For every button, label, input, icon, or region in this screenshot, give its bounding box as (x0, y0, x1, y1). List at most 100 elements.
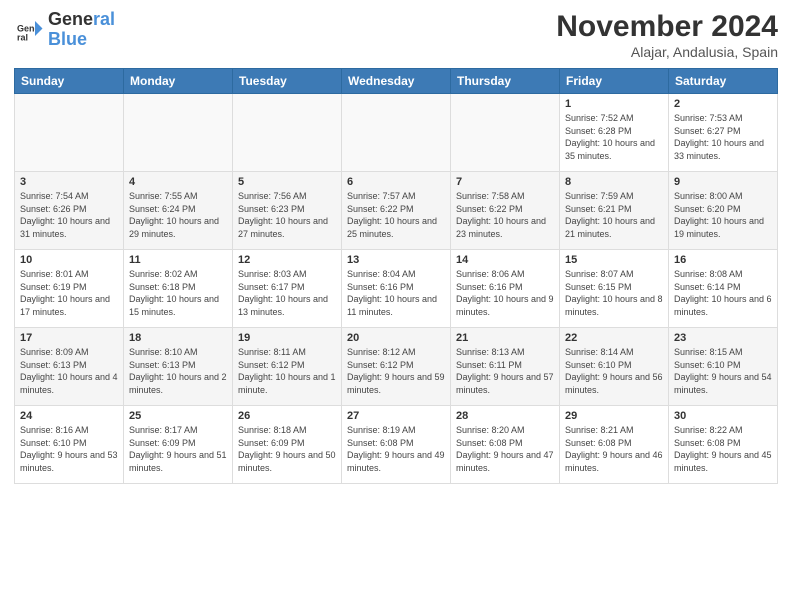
day-info: Sunrise: 8:14 AMSunset: 6:10 PMDaylight:… (565, 346, 663, 396)
day-number: 9 (674, 176, 772, 188)
calendar-cell (451, 94, 560, 172)
calendar-cell: 5 Sunrise: 7:56 AMSunset: 6:23 PMDaylight… (233, 172, 342, 250)
day-number: 19 (238, 332, 336, 344)
day-info: Sunrise: 8:07 AMSunset: 6:15 PMDaylight:… (565, 268, 663, 318)
day-info: Sunrise: 7:59 AMSunset: 6:21 PMDaylight:… (565, 190, 663, 240)
day-info: Sunrise: 8:09 AMSunset: 6:13 PMDaylight:… (20, 346, 118, 396)
logo: Gene ral General Blue (14, 10, 115, 50)
day-info: Sunrise: 7:56 AMSunset: 6:23 PMDaylight:… (238, 190, 336, 240)
calendar: SundayMondayTuesdayWednesdayThursdayFrid… (14, 68, 778, 484)
day-info: Sunrise: 7:57 AMSunset: 6:22 PMDaylight:… (347, 190, 445, 240)
day-number: 3 (20, 176, 118, 188)
calendar-cell: 14 Sunrise: 8:06 AMSunset: 6:16 PMDayligh… (451, 250, 560, 328)
day-number: 5 (238, 176, 336, 188)
day-number: 1 (565, 98, 663, 110)
calendar-cell: 30 Sunrise: 8:22 AMSunset: 6:08 PMDayligh… (669, 406, 778, 484)
weekday-header-thursday: Thursday (451, 69, 560, 94)
day-info: Sunrise: 8:22 AMSunset: 6:08 PMDaylight:… (674, 424, 772, 474)
day-info: Sunrise: 8:11 AMSunset: 6:12 PMDaylight:… (238, 346, 336, 396)
day-info: Sunrise: 8:00 AMSunset: 6:20 PMDaylight:… (674, 190, 772, 240)
logo-icon: Gene ral (14, 15, 44, 45)
day-info: Sunrise: 8:15 AMSunset: 6:10 PMDaylight:… (674, 346, 772, 396)
calendar-cell: 18 Sunrise: 8:10 AMSunset: 6:13 PMDayligh… (124, 328, 233, 406)
calendar-cell: 25 Sunrise: 8:17 AMSunset: 6:09 PMDayligh… (124, 406, 233, 484)
weekday-header-wednesday: Wednesday (342, 69, 451, 94)
calendar-cell: 12 Sunrise: 8:03 AMSunset: 6:17 PMDayligh… (233, 250, 342, 328)
day-info: Sunrise: 8:21 AMSunset: 6:08 PMDaylight:… (565, 424, 663, 474)
day-info: Sunrise: 8:04 AMSunset: 6:16 PMDaylight:… (347, 268, 445, 318)
day-info: Sunrise: 7:52 AMSunset: 6:28 PMDaylight:… (565, 112, 663, 162)
calendar-cell (15, 94, 124, 172)
day-info: Sunrise: 8:03 AMSunset: 6:17 PMDaylight:… (238, 268, 336, 318)
location: Alajar, Andalusia, Spain (556, 44, 778, 60)
title-block: November 2024 Alajar, Andalusia, Spain (556, 10, 778, 60)
day-number: 24 (20, 410, 118, 422)
day-number: 14 (456, 254, 554, 266)
day-number: 13 (347, 254, 445, 266)
day-info: Sunrise: 8:17 AMSunset: 6:09 PMDaylight:… (129, 424, 227, 474)
weekday-header-saturday: Saturday (669, 69, 778, 94)
calendar-cell: 28 Sunrise: 8:20 AMSunset: 6:08 PMDayligh… (451, 406, 560, 484)
month-title: November 2024 (556, 10, 778, 44)
day-number: 4 (129, 176, 227, 188)
day-info: Sunrise: 8:01 AMSunset: 6:19 PMDaylight:… (20, 268, 118, 318)
day-info: Sunrise: 8:02 AMSunset: 6:18 PMDaylight:… (129, 268, 227, 318)
day-number: 8 (565, 176, 663, 188)
day-number: 21 (456, 332, 554, 344)
calendar-cell: 15 Sunrise: 8:07 AMSunset: 6:15 PMDayligh… (560, 250, 669, 328)
calendar-cell: 21 Sunrise: 8:13 AMSunset: 6:11 PMDayligh… (451, 328, 560, 406)
day-info: Sunrise: 8:16 AMSunset: 6:10 PMDaylight:… (20, 424, 118, 474)
day-info: Sunrise: 8:20 AMSunset: 6:08 PMDaylight:… (456, 424, 554, 474)
day-number: 30 (674, 410, 772, 422)
weekday-header-sunday: Sunday (15, 69, 124, 94)
day-number: 29 (565, 410, 663, 422)
calendar-cell: 1 Sunrise: 7:52 AMSunset: 6:28 PMDaylight… (560, 94, 669, 172)
logo-text: General Blue (48, 10, 115, 50)
calendar-cell (233, 94, 342, 172)
day-info: Sunrise: 8:13 AMSunset: 6:11 PMDaylight:… (456, 346, 554, 396)
calendar-cell: 29 Sunrise: 8:21 AMSunset: 6:08 PMDayligh… (560, 406, 669, 484)
calendar-cell: 13 Sunrise: 8:04 AMSunset: 6:16 PMDayligh… (342, 250, 451, 328)
weekday-header-friday: Friday (560, 69, 669, 94)
day-number: 7 (456, 176, 554, 188)
day-number: 28 (456, 410, 554, 422)
page-header: Gene ral General Blue November 2024 Alaj… (14, 10, 778, 60)
day-number: 6 (347, 176, 445, 188)
day-number: 11 (129, 254, 227, 266)
weekday-header-tuesday: Tuesday (233, 69, 342, 94)
calendar-cell: 9 Sunrise: 8:00 AMSunset: 6:20 PMDaylight… (669, 172, 778, 250)
day-info: Sunrise: 8:18 AMSunset: 6:09 PMDaylight:… (238, 424, 336, 474)
day-info: Sunrise: 7:54 AMSunset: 6:26 PMDaylight:… (20, 190, 118, 240)
day-number: 18 (129, 332, 227, 344)
day-info: Sunrise: 8:12 AMSunset: 6:12 PMDaylight:… (347, 346, 445, 396)
day-info: Sunrise: 8:06 AMSunset: 6:16 PMDaylight:… (456, 268, 554, 318)
day-number: 25 (129, 410, 227, 422)
day-number: 17 (20, 332, 118, 344)
calendar-cell: 8 Sunrise: 7:59 AMSunset: 6:21 PMDaylight… (560, 172, 669, 250)
calendar-cell: 3 Sunrise: 7:54 AMSunset: 6:26 PMDaylight… (15, 172, 124, 250)
day-number: 15 (565, 254, 663, 266)
weekday-header-monday: Monday (124, 69, 233, 94)
day-number: 10 (20, 254, 118, 266)
svg-text:ral: ral (17, 32, 28, 42)
day-info: Sunrise: 8:10 AMSunset: 6:13 PMDaylight:… (129, 346, 227, 396)
day-info: Sunrise: 7:55 AMSunset: 6:24 PMDaylight:… (129, 190, 227, 240)
calendar-cell: 7 Sunrise: 7:58 AMSunset: 6:22 PMDaylight… (451, 172, 560, 250)
day-number: 23 (674, 332, 772, 344)
day-info: Sunrise: 7:58 AMSunset: 6:22 PMDaylight:… (456, 190, 554, 240)
day-number: 22 (565, 332, 663, 344)
calendar-cell: 20 Sunrise: 8:12 AMSunset: 6:12 PMDayligh… (342, 328, 451, 406)
day-number: 26 (238, 410, 336, 422)
day-number: 12 (238, 254, 336, 266)
day-number: 20 (347, 332, 445, 344)
calendar-cell: 4 Sunrise: 7:55 AMSunset: 6:24 PMDaylight… (124, 172, 233, 250)
calendar-cell: 11 Sunrise: 8:02 AMSunset: 6:18 PMDayligh… (124, 250, 233, 328)
calendar-cell (124, 94, 233, 172)
calendar-cell: 6 Sunrise: 7:57 AMSunset: 6:22 PMDaylight… (342, 172, 451, 250)
calendar-cell: 22 Sunrise: 8:14 AMSunset: 6:10 PMDayligh… (560, 328, 669, 406)
day-number: 16 (674, 254, 772, 266)
day-info: Sunrise: 8:08 AMSunset: 6:14 PMDaylight:… (674, 268, 772, 318)
calendar-cell: 16 Sunrise: 8:08 AMSunset: 6:14 PMDayligh… (669, 250, 778, 328)
calendar-cell: 26 Sunrise: 8:18 AMSunset: 6:09 PMDayligh… (233, 406, 342, 484)
calendar-cell: 27Sunrise: 8:19 AMSunset: 6:08 PMDayligh… (342, 406, 451, 484)
